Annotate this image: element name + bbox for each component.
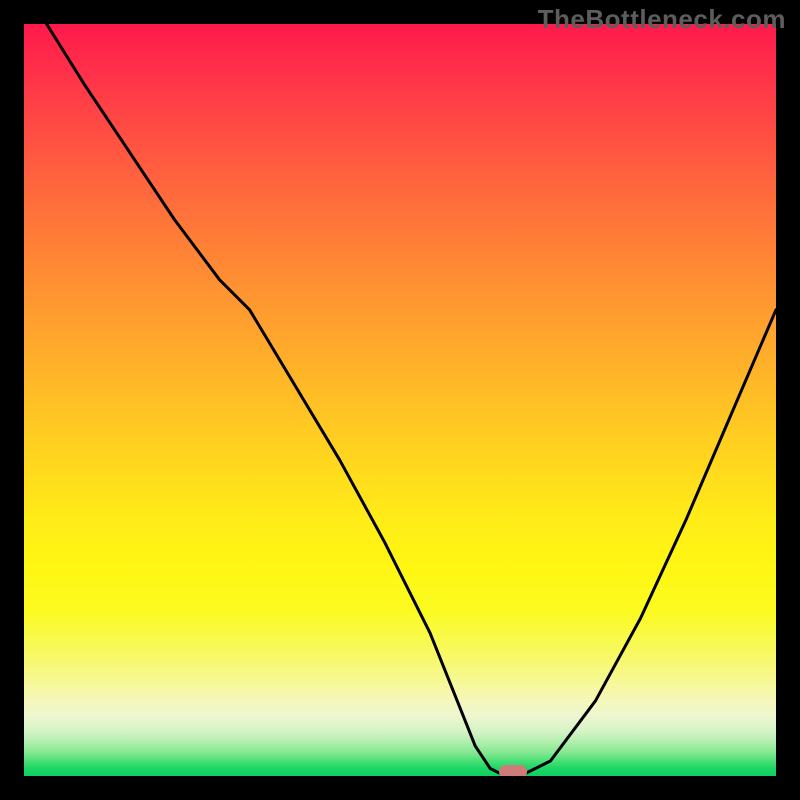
- curve-svg: [24, 24, 776, 776]
- optimal-marker: [499, 765, 527, 776]
- plot-area: [24, 24, 776, 776]
- watermark-text: TheBottleneck.com: [538, 4, 786, 35]
- bottleneck-curve-path: [47, 24, 776, 776]
- chart-frame: TheBottleneck.com: [0, 0, 800, 800]
